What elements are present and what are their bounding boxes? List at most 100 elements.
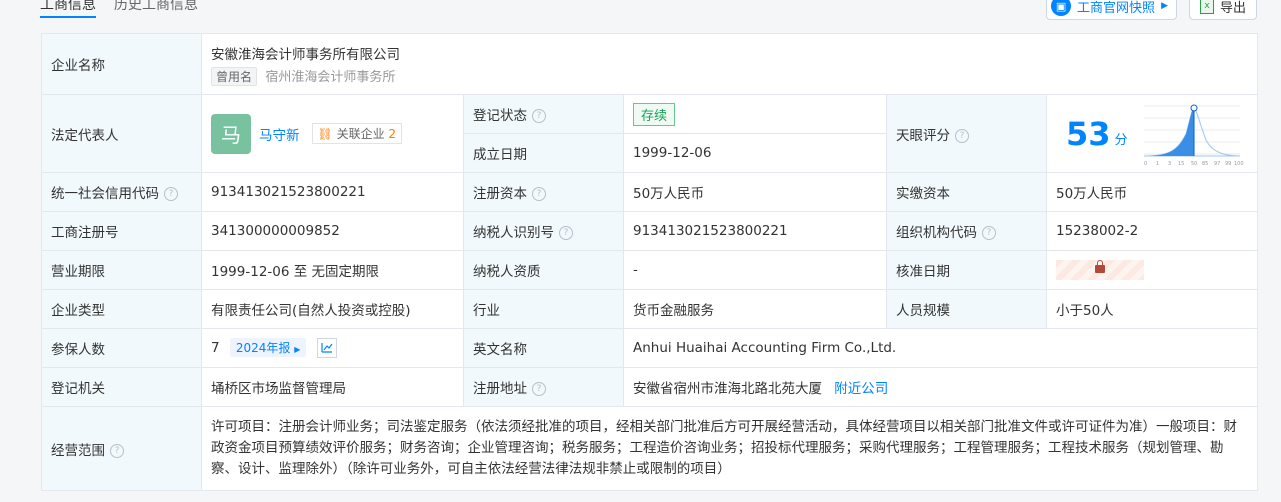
- scale-tick: 85: [1202, 161, 1208, 167]
- taxpayer-qual-value: -: [623, 250, 887, 290]
- taxpayer-id-label-text: 纳税人识别号: [473, 225, 554, 241]
- paid-capital-value: 50万人民币: [1045, 172, 1259, 212]
- staff-size-value: 小于50人: [1045, 289, 1259, 329]
- scale-tick: 50: [1191, 161, 1197, 167]
- biz-term-value: 1999-12-06 至 无固定期限: [201, 250, 464, 290]
- scale-tick: 97: [1214, 161, 1220, 167]
- tab-business-info[interactable]: 工商信息: [40, 0, 96, 18]
- related-count: 2: [388, 127, 397, 141]
- insured-label: 参保人数: [41, 328, 202, 368]
- credit-code-value: 913413021523800221: [201, 172, 464, 212]
- found-date-value: 1999-12-06: [623, 133, 887, 173]
- credit-code-label-text: 统一社会信用代码: [51, 186, 159, 202]
- company-name-cell: 安徽淮海会计师事务所有限公司 曾用名 宿州淮海会计师事务所: [200, 33, 1259, 95]
- help-icon[interactable]: ?: [532, 109, 546, 123]
- snapshot-icon: ▣: [1051, 0, 1072, 16]
- found-date-label: 成立日期: [463, 133, 624, 173]
- english-name-label: 英文名称: [463, 328, 624, 368]
- table-row: 企业名称 安徽淮海会计师事务所有限公司 曾用名 宿州淮海会计师事务所: [41, 33, 1259, 95]
- excel-icon: x: [1199, 0, 1214, 14]
- avatar: 马: [211, 113, 251, 154]
- company-type-label: 企业类型: [41, 289, 202, 329]
- biz-term-label: 营业期限: [41, 250, 202, 290]
- table-row: 登记机关 埇桥区市场监督管理局 注册地址? 安徽省宿州市淮海北路北苑大厦 附近公…: [41, 367, 1259, 407]
- related-icon: ⛓: [317, 127, 333, 141]
- reg-authority-label: 登记机关: [41, 367, 202, 407]
- scale-tick: 99: [1225, 161, 1231, 167]
- reg-capital-label-text: 注册资本: [473, 186, 527, 202]
- trend-chart-icon[interactable]: [316, 338, 337, 358]
- nearby-companies-link[interactable]: 附近公司: [834, 381, 888, 397]
- help-icon[interactable]: ?: [559, 226, 573, 240]
- legal-rep-cell: 马 马守新 ⛓ 关联企业 2: [201, 94, 464, 173]
- former-name-value: 宿州淮海会计师事务所: [265, 69, 396, 85]
- scale-tick: 100: [1234, 161, 1244, 167]
- former-name: 曾用名 宿州淮海会计师事务所: [211, 66, 1248, 86]
- org-code-label: 组织机构代码?: [886, 211, 1047, 251]
- annual-report-year-selector[interactable]: 2024年报 ▶: [229, 338, 307, 357]
- reg-status-label: 登记状态?: [463, 94, 624, 134]
- business-info-table: 企业名称 安徽淮海会计师事务所有限公司 曾用名 宿州淮海会计师事务所 法定代表人…: [41, 33, 1259, 491]
- help-icon[interactable]: ?: [532, 382, 546, 396]
- status-badge: 存续: [633, 102, 676, 126]
- tianyan-unit: 分: [1114, 133, 1128, 148]
- reg-address-label: 注册地址?: [463, 367, 624, 407]
- former-name-tag: 曾用名: [211, 66, 258, 86]
- related-companies-badge[interactable]: ⛓ 关联企业 2: [311, 123, 403, 144]
- help-icon[interactable]: ?: [110, 443, 124, 458]
- legal-rep-label: 法定代表人: [41, 94, 202, 173]
- scope-label: 经营范围?: [41, 406, 202, 491]
- related-label: 关联企业: [336, 127, 385, 141]
- scale-tick: 15: [1178, 161, 1184, 167]
- legal-rep-name-link[interactable]: 马守新: [259, 124, 300, 144]
- staff-size-label: 人员规模: [886, 289, 1047, 329]
- help-icon[interactable]: ?: [982, 226, 996, 240]
- company-type-value: 有限责任公司(自然人投资或控股): [201, 289, 464, 329]
- caret-right-icon: ▶: [1161, 1, 1168, 11]
- scale-tick: 0: [1144, 161, 1147, 167]
- taxpayer-qual-label: 纳税人资质: [463, 250, 624, 290]
- table-row: 营业期限 1999-12-06 至 无固定期限 纳税人资质 - 核准日期: [41, 250, 1259, 290]
- reg-address-value: 安徽省宿州市淮海北路北苑大厦: [633, 381, 822, 397]
- table-row: 参保人数 7 2024年报 ▶ 英文名称 Anhui Huaihai Accou…: [41, 328, 1259, 368]
- tianyan-cell: 53 分 0 1 3 15 50 85 97 99 100: [1045, 94, 1259, 173]
- industry-label: 行业: [463, 289, 624, 329]
- locked-value[interactable]: [1056, 260, 1144, 280]
- help-icon[interactable]: ?: [955, 128, 969, 143]
- toolbar: ▣ 工商官网快照 ▶ x 导出: [1046, 0, 1257, 20]
- org-code-label-text: 组织机构代码: [896, 225, 977, 241]
- reg-status-cell: 存续: [623, 94, 887, 134]
- export-label: 导出: [1219, 0, 1246, 16]
- insured-value: 7: [211, 340, 220, 356]
- table-row: 工商注册号 341300000009852 纳税人识别号? 9134130215…: [41, 211, 1259, 251]
- table-row: 法定代表人 马 马守新 ⛓ 关联企业 2 登记状态? 存续 天眼评分? 53 分…: [41, 94, 1259, 173]
- reg-capital-label: 注册资本?: [463, 172, 624, 212]
- export-button[interactable]: x 导出: [1188, 0, 1257, 20]
- approve-date-label: 核准日期: [886, 250, 1047, 290]
- tab-history-business-info[interactable]: 历史工商信息: [114, 0, 198, 16]
- scale-tick: 3: [1168, 161, 1171, 167]
- help-icon[interactable]: ?: [532, 187, 546, 201]
- english-name-value: Anhui Huaihai Accounting Firm Co.,Ltd.: [622, 328, 1259, 368]
- reg-status-label-text: 登记状态: [473, 108, 527, 124]
- tianyan-label: 天眼评分?: [886, 94, 1047, 173]
- org-code-value: 15238002-2: [1045, 211, 1259, 251]
- caret-right-icon: ▶: [294, 345, 301, 354]
- scope-value: 许可项目：注册会计师业务；司法鉴定服务（依法须经批准的项目，经相关部门批准后方可…: [200, 406, 1259, 491]
- annual-report-year: 2024年报: [235, 341, 291, 355]
- scope-label-text: 经营范围: [51, 442, 105, 459]
- biz-reg-no-label: 工商注册号: [41, 211, 202, 251]
- lock-icon: [1095, 260, 1105, 273]
- table-row: 企业类型 有限责任公司(自然人投资或控股) 行业 货币金融服务 人员规模 小于5…: [41, 289, 1259, 329]
- company-name-label: 企业名称: [41, 33, 202, 95]
- help-icon[interactable]: ?: [164, 187, 178, 201]
- reg-address-label-text: 注册地址: [473, 381, 527, 397]
- score-distribution-chart: 0 1 3 15 50 85 97 99 100: [1143, 104, 1244, 167]
- approve-date-cell: [1045, 250, 1259, 290]
- official-snapshot-button[interactable]: ▣ 工商官网快照 ▶: [1046, 0, 1177, 20]
- scale-tick: 1: [1156, 161, 1159, 167]
- industry-value: 货币金融服务: [623, 289, 887, 329]
- company-name-value: 安徽淮海会计师事务所有限公司: [211, 46, 400, 63]
- tab-bar: 工商信息 历史工商信息: [40, 0, 198, 22]
- credit-code-label: 统一社会信用代码?: [41, 172, 202, 212]
